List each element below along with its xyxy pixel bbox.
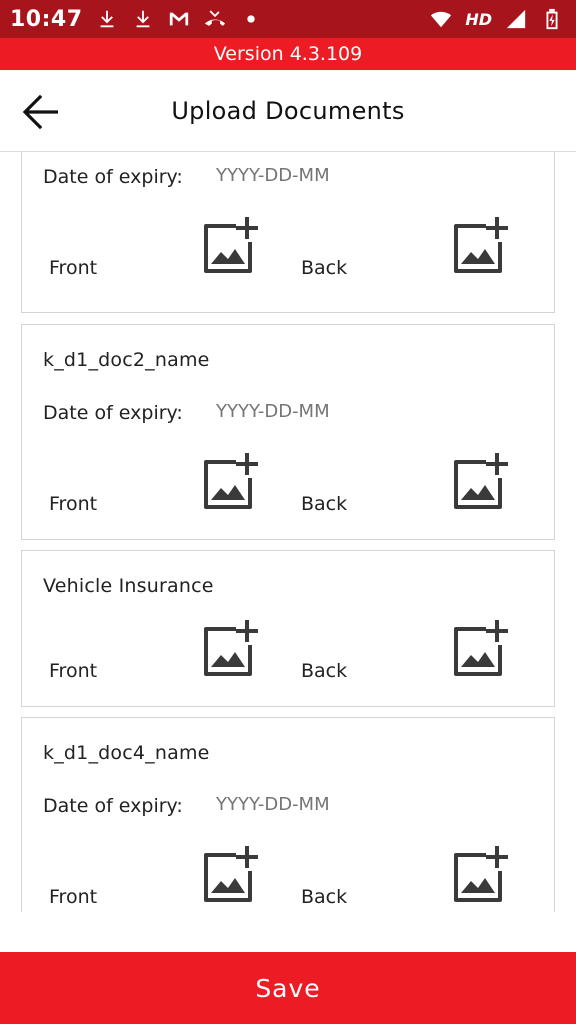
back-button[interactable] bbox=[18, 90, 62, 134]
status-right: HD bbox=[429, 7, 564, 31]
dot-icon bbox=[239, 7, 263, 31]
expiry-label: Date of expiry: bbox=[43, 166, 183, 188]
front-add-photo-button[interactable] bbox=[200, 216, 260, 276]
add-photo-icon bbox=[204, 453, 258, 509]
app-header: Upload Documents bbox=[0, 70, 576, 152]
back-add-photo-button[interactable] bbox=[450, 619, 510, 679]
add-photo-icon bbox=[454, 217, 508, 273]
document-title: k_d1_doc2_name bbox=[43, 349, 210, 371]
add-photo-icon bbox=[204, 846, 258, 902]
battery-icon bbox=[540, 7, 564, 31]
status-time: 10:47 bbox=[10, 6, 83, 32]
back-add-photo-button[interactable] bbox=[450, 216, 510, 276]
front-add-photo-button[interactable] bbox=[200, 619, 260, 679]
back-label: Back bbox=[301, 660, 348, 682]
document-title: Vehicle Insurance bbox=[43, 575, 214, 597]
front-label: Front bbox=[49, 886, 98, 908]
expiry-date-input[interactable] bbox=[216, 165, 416, 186]
back-label: Back bbox=[301, 886, 348, 908]
front-add-photo-button[interactable] bbox=[200, 452, 260, 512]
wifi-icon bbox=[429, 7, 453, 31]
missed-call-icon bbox=[203, 7, 227, 31]
front-label: Front bbox=[49, 257, 98, 279]
back-label: Back bbox=[301, 257, 348, 279]
expiry-label: Date of expiry: bbox=[43, 795, 183, 817]
document-card: k_d1_doc2_name Date of expiry: Front Bac… bbox=[21, 324, 555, 540]
document-card: Vehicle Insurance Front Back bbox=[21, 550, 555, 707]
add-photo-icon bbox=[454, 620, 508, 676]
add-photo-icon bbox=[454, 453, 508, 509]
gmail-icon bbox=[167, 7, 191, 31]
network-type: HD bbox=[465, 9, 492, 29]
download-icon bbox=[95, 7, 119, 31]
save-button[interactable]: Save bbox=[0, 952, 576, 1024]
add-photo-icon bbox=[204, 620, 258, 676]
expiry-date-input[interactable] bbox=[216, 401, 416, 422]
version-banner: Version 4.3.109 bbox=[0, 38, 576, 70]
signal-icon bbox=[504, 7, 528, 31]
back-add-photo-button[interactable] bbox=[450, 452, 510, 512]
arrow-left-icon bbox=[22, 94, 58, 130]
download-icon bbox=[131, 7, 155, 31]
front-label: Front bbox=[49, 493, 98, 515]
expiry-label: Date of expiry: bbox=[43, 402, 183, 424]
back-label: Back bbox=[301, 493, 348, 515]
document-card: Date of expiry: Front Back bbox=[21, 152, 555, 313]
back-add-photo-button[interactable] bbox=[450, 845, 510, 905]
document-card: k_d1_doc4_name Date of expiry: Front Bac… bbox=[21, 717, 555, 912]
add-photo-icon bbox=[204, 217, 258, 273]
page-title: Upload Documents bbox=[171, 96, 405, 125]
status-bar: 10:47 HD bbox=[0, 0, 576, 38]
add-photo-icon bbox=[454, 846, 508, 902]
status-left: 10:47 bbox=[10, 7, 263, 32]
documents-list[interactable]: Date of expiry: Front Back k_d1_doc2_nam… bbox=[0, 152, 576, 912]
front-add-photo-button[interactable] bbox=[200, 845, 260, 905]
front-label: Front bbox=[49, 660, 98, 682]
document-title: k_d1_doc4_name bbox=[43, 742, 210, 764]
expiry-date-input[interactable] bbox=[216, 794, 416, 815]
